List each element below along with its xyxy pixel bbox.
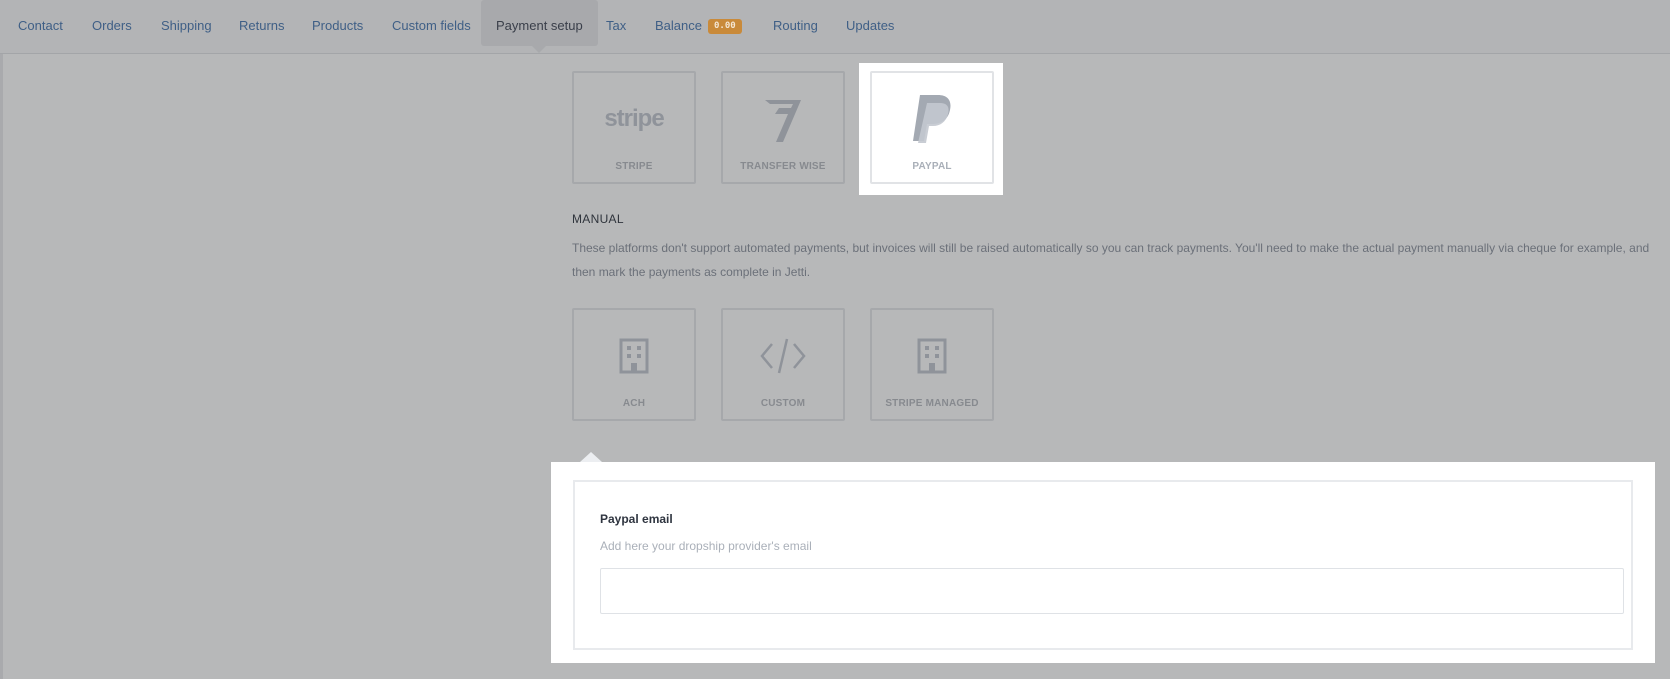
paypal-email-help: Add here your dropship provider's email <box>600 539 812 553</box>
transferwise-logo-icon <box>723 91 843 147</box>
method-card-stripe[interactable]: stripe STRIPE <box>572 71 696 184</box>
method-card-transferwise[interactable]: TRANSFER WISE <box>721 71 845 184</box>
code-icon <box>723 328 843 384</box>
stripe-logo-icon: stripe <box>604 105 664 132</box>
paypal-logo-icon <box>872 91 992 147</box>
paypal-form-card: Paypal email Add here your dropship prov… <box>573 480 1633 650</box>
method-card-custom[interactable]: CUSTOM <box>721 308 845 421</box>
manual-section-title: MANUAL <box>572 212 624 226</box>
paypal-email-label: Paypal email <box>600 512 673 526</box>
nav-item-balance-label: Balance <box>655 18 702 33</box>
method-card-label: STRIPE MANAGED <box>885 398 979 409</box>
nav-item-returns[interactable]: Returns <box>239 0 285 46</box>
method-card-label: ACH <box>622 398 646 409</box>
balance-badge: 0.00 <box>707 19 742 34</box>
method-card-label: STRIPE <box>615 161 653 172</box>
method-card-stripe-managed[interactable]: STRIPE MANAGED <box>870 308 994 421</box>
paypal-email-input[interactable] <box>600 568 1624 614</box>
top-nav: Contact Orders Shipping Returns Products… <box>0 0 1670 54</box>
nav-item-updates[interactable]: Updates <box>846 0 894 46</box>
nav-item-shipping[interactable]: Shipping <box>161 0 212 46</box>
nav-item-routing[interactable]: Routing <box>773 0 818 46</box>
nav-item-payment-setup[interactable]: Payment setup <box>481 0 598 53</box>
left-gutter <box>0 54 3 679</box>
paypal-form-panel: Paypal email Add here your dropship prov… <box>551 452 1655 663</box>
building-icon <box>872 328 992 384</box>
method-card-paypal[interactable]: PAYPAL <box>870 71 994 184</box>
nav-item-contact[interactable]: Contact <box>18 0 63 46</box>
nav-item-orders[interactable]: Orders <box>92 0 132 46</box>
method-card-label: PAYPAL <box>912 161 952 172</box>
building-icon <box>574 328 694 384</box>
nav-item-tax[interactable]: Tax <box>606 0 626 46</box>
manual-section-description: These platforms don't support automated … <box>572 241 1650 279</box>
method-card-label: CUSTOM <box>760 398 806 409</box>
nav-item-balance[interactable]: Balance 0.00 <box>655 0 742 46</box>
nav-item-custom-fields[interactable]: Custom fields <box>392 0 471 46</box>
nav-item-products[interactable]: Products <box>312 0 363 46</box>
method-card-ach[interactable]: ACH <box>572 308 696 421</box>
method-card-label: TRANSFER WISE <box>740 161 826 172</box>
